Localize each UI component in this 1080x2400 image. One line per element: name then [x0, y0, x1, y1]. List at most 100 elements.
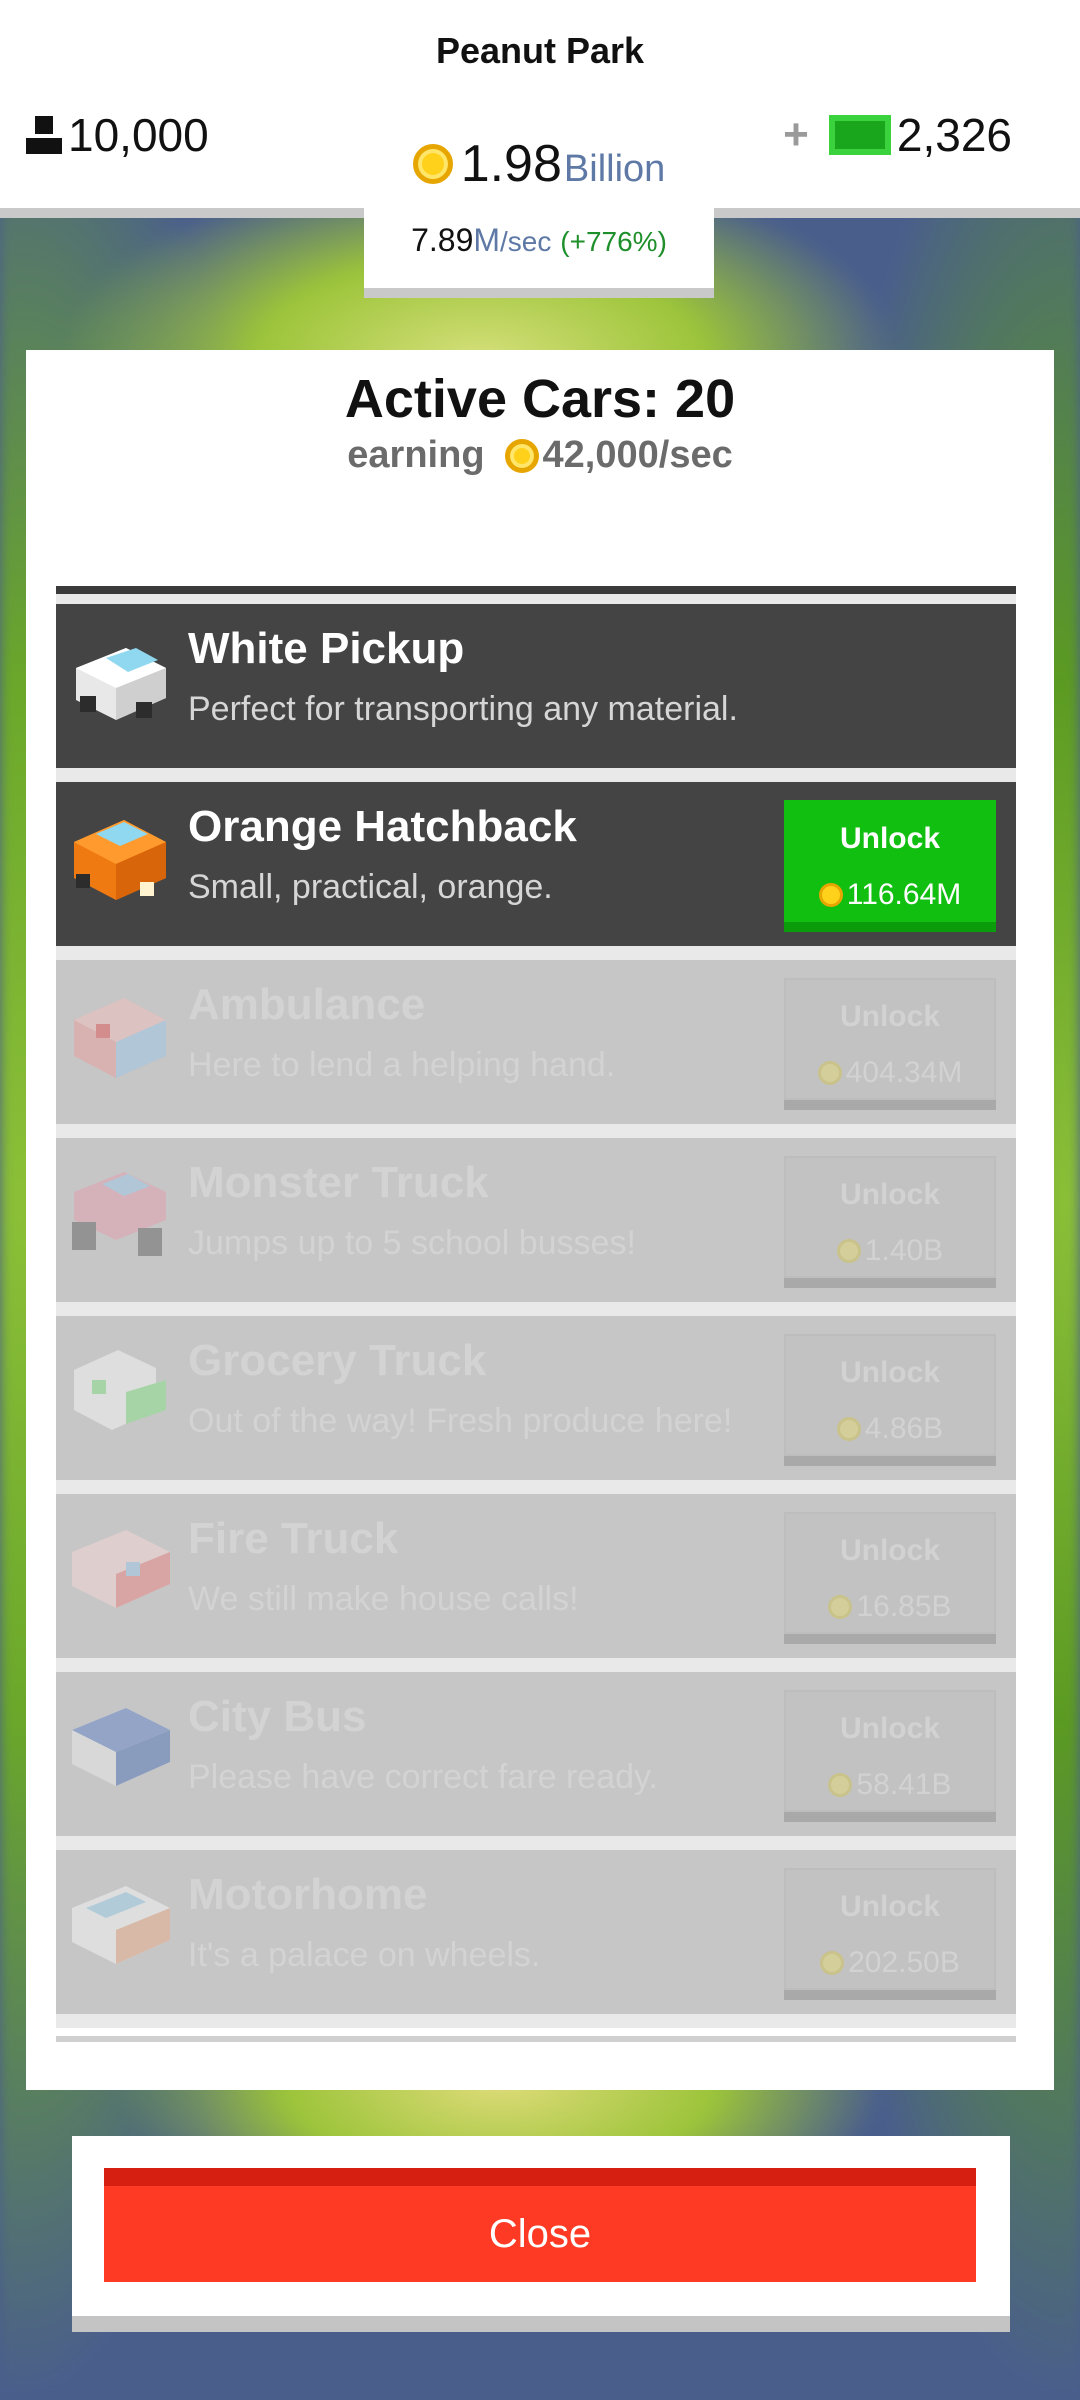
row-divider: [56, 2014, 1016, 2028]
orange-hatchback-icon: [74, 820, 166, 900]
park-name: Peanut Park: [435, 30, 645, 71]
unlock-price-value: 1.40B: [864, 1234, 944, 1267]
unlock-label: Unlock: [839, 1712, 941, 1745]
car-name: White Pickup: [188, 624, 465, 673]
unlock-label: Unlock: [839, 1000, 941, 1033]
car-name: Grocery Truck: [188, 1336, 487, 1385]
cash-display[interactable]: + 2,326: [783, 108, 1012, 162]
car-row-fire-truck[interactable]: Fire Truck We still make house calls! Un…: [56, 1494, 1016, 1658]
coin-icon: [817, 1061, 842, 1085]
coin-icon: [828, 1773, 853, 1797]
unlock-button[interactable]: Unlock 202.50B: [784, 1868, 996, 2000]
row-divider: [56, 946, 1016, 960]
money-display: 1.98 Billion 7.89M/sec (+776%): [364, 110, 714, 298]
close-button[interactable]: Close: [104, 2168, 976, 2282]
car-name: Ambulance: [188, 980, 426, 1029]
coin-balance: 1.98 Billion: [364, 134, 714, 194]
unlock-price-value: 116.64M: [846, 878, 962, 911]
cash-bill-icon: [828, 115, 891, 155]
earning-rate: earning 42,000/sec: [26, 434, 1054, 477]
car-row-ambulance[interactable]: Ambulance Here to lend a helping hand. U…: [56, 960, 1016, 1124]
unlock-price-value: 404.34M: [845, 1056, 963, 1089]
car-row-grocery-truck[interactable]: Grocery Truck Out of the way! Fresh prod…: [56, 1316, 1016, 1480]
person-icon: [26, 116, 62, 154]
unlock-price-value: 202.50B: [848, 1946, 960, 1979]
unlock-price: 404.34M: [784, 1056, 996, 1090]
coin-icon: [412, 144, 453, 184]
unlock-price-value: 58.41B: [856, 1768, 952, 1801]
row-divider: [56, 1480, 1016, 1494]
unlock-label: Unlock: [839, 1890, 941, 1923]
visitor-count: 10,000: [26, 108, 209, 162]
income-rate-unit: M: [473, 222, 501, 258]
unlock-price: 1.40B: [784, 1234, 996, 1268]
car-row-monster-truck[interactable]: Monster Truck Jumps up to 5 school busse…: [56, 1138, 1016, 1302]
car-description: We still make house calls!: [188, 1580, 579, 1618]
car-row-motorhome[interactable]: Motorhome It's a palace on wheels. Unloc…: [56, 1850, 1016, 2014]
car-name: Orange Hatchback: [188, 802, 577, 851]
car-description: Perfect for transporting any material.: [188, 690, 738, 728]
coin-icon: [836, 1239, 861, 1263]
coin-icon: [504, 438, 539, 473]
car-description: Out of the way! Fresh produce here!: [188, 1402, 733, 1440]
row-divider: [56, 1836, 1016, 1850]
grocery-truck-icon: [74, 1350, 166, 1430]
unlock-price: 116.64M: [784, 878, 996, 912]
earning-label: earning: [347, 434, 485, 476]
unlock-price: 202.50B: [784, 1946, 996, 1980]
unlock-button[interactable]: Unlock 116.64M: [784, 800, 996, 932]
unlock-button[interactable]: Unlock 404.34M: [784, 978, 996, 1110]
car-row-white-pickup[interactable]: White Pickup Perfect for transporting an…: [56, 604, 1016, 768]
unlock-label: Unlock: [839, 822, 941, 855]
car-description: Please have correct fare ready.: [188, 1758, 658, 1796]
unlock-price: 58.41B: [784, 1768, 996, 1802]
coin-icon: [828, 1595, 853, 1619]
income-rate: 7.89M/sec (+776%): [364, 222, 714, 259]
panel-title: Active Cars: 20: [344, 369, 736, 429]
unlock-button[interactable]: Unlock 58.41B: [784, 1690, 996, 1822]
cars-panel: Active Cars: 20 earning 42,000/sec White…: [26, 350, 1054, 2090]
unlock-price-value: 4.86B: [864, 1412, 944, 1445]
row-divider: [56, 1124, 1016, 1138]
unlock-label: Unlock: [839, 1178, 941, 1211]
income-rate-suffix: /sec: [500, 226, 552, 257]
car-list[interactable]: White Pickup Perfect for transporting an…: [56, 586, 1016, 2042]
car-row-orange-hatchback[interactable]: Orange Hatchback Small, practical, orang…: [56, 782, 1016, 946]
white-pickup-icon: [76, 648, 166, 720]
car-name: Motorhome: [188, 1870, 428, 1919]
close-area: Close: [72, 2136, 1010, 2332]
fire-truck-icon: [72, 1530, 170, 1608]
income-rate-change: (+776%): [560, 226, 667, 257]
cash-value: 2,326: [896, 109, 1012, 161]
row-divider: [56, 768, 1016, 782]
unlock-price: 4.86B: [784, 1412, 996, 1446]
coin-icon: [820, 1951, 845, 1975]
unlock-price-value: 16.85B: [856, 1590, 952, 1623]
unlock-label: Unlock: [839, 1356, 941, 1389]
car-description: Jumps up to 5 school busses!: [188, 1224, 636, 1262]
car-name: Monster Truck: [188, 1158, 489, 1207]
visitor-count-value: 10,000: [68, 109, 209, 161]
add-cash-icon[interactable]: +: [783, 110, 809, 160]
car-name: City Bus: [188, 1692, 367, 1741]
car-name: Fire Truck: [188, 1514, 399, 1563]
coin-icon: [818, 883, 843, 907]
coin-balance-value: 1.98: [460, 135, 562, 193]
unlock-button[interactable]: Unlock 4.86B: [784, 1334, 996, 1466]
city-bus-icon: [72, 1708, 170, 1786]
unlock-button[interactable]: Unlock 16.85B: [784, 1512, 996, 1644]
car-row-city-bus[interactable]: City Bus Please have correct fare ready.…: [56, 1672, 1016, 1836]
monster-truck-icon: [72, 1172, 166, 1256]
coin-balance-unit: Billion: [563, 148, 666, 190]
unlock-button[interactable]: Unlock 1.40B: [784, 1156, 996, 1288]
motorhome-icon: [72, 1886, 170, 1964]
car-description: Here to lend a helping hand.: [188, 1046, 616, 1084]
ambulance-icon: [74, 998, 166, 1078]
unlock-label: Unlock: [839, 1534, 941, 1567]
earning-value: 42,000/sec: [542, 434, 733, 476]
income-rate-value: 7.89: [411, 222, 474, 258]
row-divider: [56, 1658, 1016, 1672]
row-divider: [56, 1302, 1016, 1316]
unlock-price: 16.85B: [784, 1590, 996, 1624]
coin-icon: [836, 1417, 861, 1441]
